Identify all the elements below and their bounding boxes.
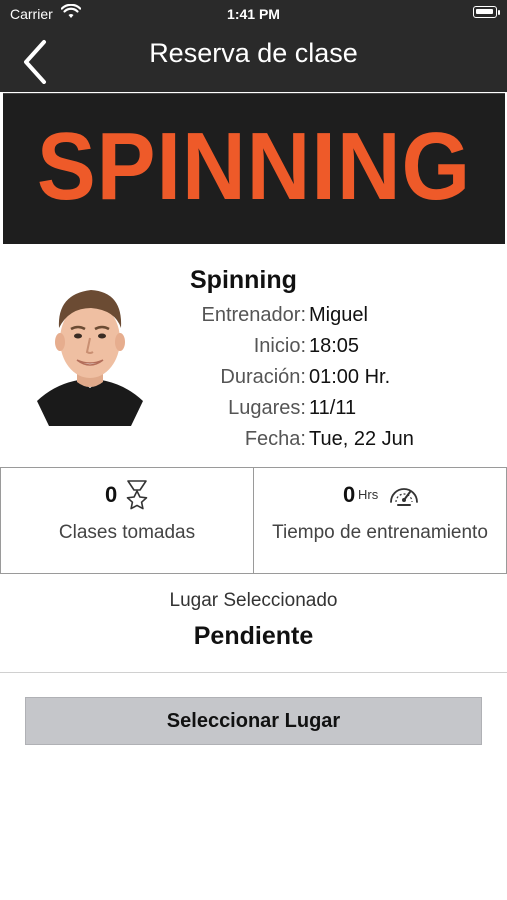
info-label: Inicio: (253, 335, 306, 357)
stat-unit: Hrs (358, 487, 379, 502)
stat-value: 0 (343, 482, 356, 507)
class-banner: SPINNING (3, 93, 505, 244)
stat-label: Clases tomadas (58, 522, 196, 543)
page-title: Reserva de clase (149, 38, 358, 68)
info-row-duration: Duración: 01:00 Hr. (0, 366, 507, 394)
info-row-trainer: Entrenador: Miguel (0, 304, 507, 332)
selected-place-caption: Lugar Seleccionado (169, 590, 338, 611)
info-row-start: Inicio: 18:05 (0, 335, 507, 363)
info-row-spots: Lugares: 11/11 (0, 397, 507, 425)
info-label: Entrenador: (201, 304, 306, 326)
battery-icon (473, 6, 497, 18)
star-medal-icon (124, 480, 150, 515)
select-place-button[interactable]: Seleccionar Lugar (25, 697, 482, 745)
navigation-bar: Reserva de clase (0, 28, 507, 92)
battery-tip (498, 10, 500, 15)
stat-training-time: 0 Hrs Tiempo de entrenamiento (253, 467, 507, 574)
info-value: Miguel (309, 304, 368, 326)
stat-classes-taken: 0 Clases tomadas (0, 467, 254, 574)
info-value: 18:05 (309, 335, 360, 357)
banner-text: SPINNING (36, 113, 472, 220)
class-name: Spinning (190, 266, 297, 294)
speedometer-icon (388, 480, 420, 513)
info-label: Lugares: (228, 397, 306, 419)
clock: 1:41 PM (227, 6, 280, 22)
selected-place-value: Pendiente (193, 622, 314, 650)
stat-label: Tiempo de entrenamiento (272, 522, 488, 543)
status-bar: Carrier 1:41 PM (0, 0, 507, 28)
stats-panel: 0 Clases tomadas 0 Hrs Tiempo de entrena… (0, 467, 507, 574)
info-value: Tue, 22 Jun (309, 428, 414, 450)
info-row-date: Fecha: Tue, 22 Jun (0, 428, 507, 456)
class-info: Spinning Entrenador: Miguel Inicio: 18:0… (0, 244, 507, 466)
info-label: Duración: (220, 366, 306, 388)
selected-place-section: Lugar Seleccionado Pendiente (0, 574, 507, 673)
info-value: 01:00 Hr. (309, 366, 391, 388)
info-label: Fecha: (244, 428, 306, 450)
stat-value: 0 (105, 482, 118, 507)
info-value: 11/11 (309, 397, 357, 419)
